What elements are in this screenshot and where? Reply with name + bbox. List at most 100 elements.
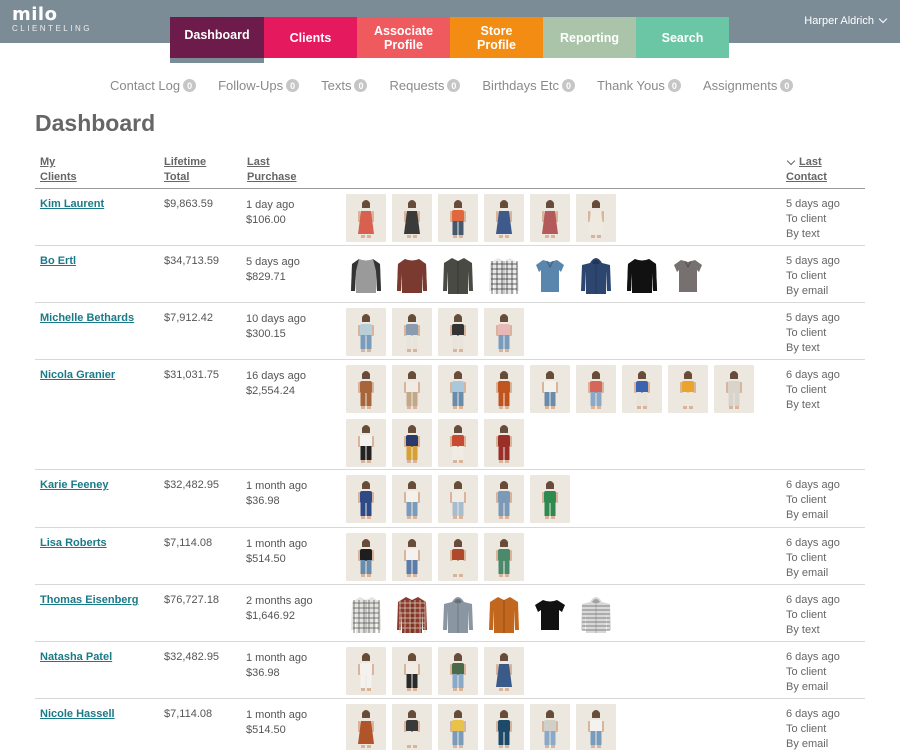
client-name-link[interactable]: Michelle Bethards	[40, 312, 134, 324]
subnav-follow-ups[interactable]: Follow-Ups 0	[218, 78, 300, 93]
product-thumbnail[interactable]	[346, 590, 386, 638]
product-thumbnail[interactable]	[484, 365, 524, 413]
client-name-link[interactable]: Thomas Eisenberg	[40, 594, 138, 606]
product-thumbnail[interactable]	[484, 308, 524, 356]
product-thumbnail[interactable]	[576, 194, 616, 242]
product-thumbnail[interactable]	[346, 533, 386, 581]
product-thumbnail[interactable]	[668, 251, 708, 299]
nav-tab-dashboard[interactable]: Dashboard	[170, 17, 264, 63]
product-thumbnail[interactable]	[438, 590, 478, 638]
subnav-assignments[interactable]: Assignments 0	[703, 78, 794, 93]
purchased-items	[346, 590, 764, 638]
header-last-contact[interactable]: Last Contact	[786, 155, 827, 185]
last-contact-recipient: To client	[786, 384, 827, 396]
subnav-requests[interactable]: Requests 0	[389, 78, 461, 93]
product-thumbnail[interactable]	[530, 704, 570, 750]
nav-tab-reporting[interactable]: Reporting	[543, 17, 636, 58]
product-thumbnail[interactable]	[530, 194, 570, 242]
product-thumbnail[interactable]	[392, 308, 432, 356]
product-thumbnail[interactable]	[576, 704, 616, 750]
purchased-items	[346, 251, 764, 299]
product-thumbnail[interactable]	[484, 419, 524, 467]
product-thumbnail[interactable]	[392, 590, 432, 638]
product-thumbnail[interactable]	[530, 365, 570, 413]
product-thumbnail[interactable]	[622, 251, 662, 299]
header-lifetime-total[interactable]: Lifetime Total	[164, 155, 206, 185]
client-name-link[interactable]: Nicole Hassell	[40, 708, 115, 720]
client-name-link[interactable]: Bo Ertl	[40, 255, 76, 267]
product-thumbnail[interactable]	[438, 475, 478, 523]
product-thumbnail[interactable]	[576, 590, 616, 638]
product-thumbnail[interactable]	[484, 251, 524, 299]
product-thumbnail[interactable]	[438, 419, 478, 467]
user-menu[interactable]: Harper Aldrich	[804, 14, 888, 27]
product-thumbnail[interactable]	[346, 647, 386, 695]
product-thumbnail[interactable]	[530, 475, 570, 523]
product-thumbnail[interactable]	[392, 533, 432, 581]
table-row: Nicola Granier $31,031.75 16 days ago $2…	[35, 360, 865, 470]
product-thumbnail[interactable]	[392, 704, 432, 750]
product-thumbnail[interactable]	[346, 251, 386, 299]
nav-tab-search[interactable]: Search	[636, 17, 729, 58]
subnav-birthdays-etc[interactable]: Birthdays Etc 0	[482, 78, 575, 93]
product-thumbnail[interactable]	[392, 419, 432, 467]
product-thumbnail[interactable]	[576, 365, 616, 413]
client-name-link[interactable]: Lisa Roberts	[40, 537, 107, 549]
last-purchase-amount: $514.50	[246, 724, 286, 736]
subnav-thank-yous[interactable]: Thank Yous 0	[597, 78, 681, 93]
product-thumbnail[interactable]	[530, 590, 570, 638]
product-thumbnail[interactable]	[392, 194, 432, 242]
purchased-items	[346, 194, 764, 242]
product-thumbnail[interactable]	[438, 533, 478, 581]
last-purchase-amount: $514.50	[246, 553, 286, 565]
last-purchase-when: 5 days ago	[246, 256, 300, 268]
product-thumbnail[interactable]	[484, 704, 524, 750]
milo-logo[interactable]: milo CLIENTELING	[12, 6, 92, 34]
product-thumbnail[interactable]	[530, 251, 570, 299]
product-thumbnail[interactable]	[392, 475, 432, 523]
last-contact-method: By text	[786, 624, 820, 636]
product-thumbnail[interactable]	[484, 647, 524, 695]
product-thumbnail[interactable]	[484, 533, 524, 581]
last-contact-when: 6 days ago	[786, 479, 840, 491]
product-thumbnail[interactable]	[392, 365, 432, 413]
product-thumbnail[interactable]	[438, 308, 478, 356]
product-thumbnail[interactable]	[576, 251, 616, 299]
product-thumbnail[interactable]	[392, 251, 432, 299]
product-thumbnail[interactable]	[346, 365, 386, 413]
product-thumbnail[interactable]	[484, 194, 524, 242]
product-thumbnail[interactable]	[346, 419, 386, 467]
product-thumbnail[interactable]	[668, 365, 708, 413]
client-name-link[interactable]: Nicola Granier	[40, 369, 115, 381]
product-thumbnail[interactable]	[484, 475, 524, 523]
header-my-clients[interactable]: My Clients	[40, 155, 77, 185]
nav-tab-clients[interactable]: Clients	[264, 17, 357, 58]
subnav-contact-log[interactable]: Contact Log 0	[110, 78, 197, 93]
product-thumbnail[interactable]	[346, 475, 386, 523]
product-thumbnail[interactable]	[714, 365, 754, 413]
product-thumbnail[interactable]	[346, 308, 386, 356]
product-thumbnail[interactable]	[346, 704, 386, 750]
product-thumbnail[interactable]	[438, 194, 478, 242]
client-name-link[interactable]: Natasha Patel	[40, 651, 112, 663]
product-thumbnail[interactable]	[392, 647, 432, 695]
product-thumbnail[interactable]	[438, 704, 478, 750]
product-thumbnail[interactable]	[438, 647, 478, 695]
product-thumbnail[interactable]	[438, 251, 478, 299]
header-last-purchase[interactable]: Last Purchase	[247, 155, 297, 185]
last-purchase: 1 month ago $514.50	[246, 708, 307, 738]
client-name-link[interactable]: Karie Feeney	[40, 479, 108, 491]
table-row: Natasha Patel $32,482.95 1 month ago $36…	[35, 642, 865, 699]
product-thumbnail[interactable]	[484, 590, 524, 638]
count-badge: 0	[286, 79, 300, 92]
product-thumbnail[interactable]	[622, 365, 662, 413]
last-contact-method: By email	[786, 509, 829, 521]
client-name-link[interactable]: Kim Laurent	[40, 198, 104, 210]
subnav-texts[interactable]: Texts 0	[321, 78, 368, 93]
nav-tab-associate-profile[interactable]: Associate Profile	[357, 17, 450, 58]
product-thumbnail[interactable]	[438, 365, 478, 413]
lifetime-total: $7,114.08	[164, 708, 213, 720]
product-thumbnail[interactable]	[346, 194, 386, 242]
nav-tab-store-profile[interactable]: Store Profile	[450, 17, 543, 58]
nav-tab-label: Clients	[289, 30, 332, 45]
